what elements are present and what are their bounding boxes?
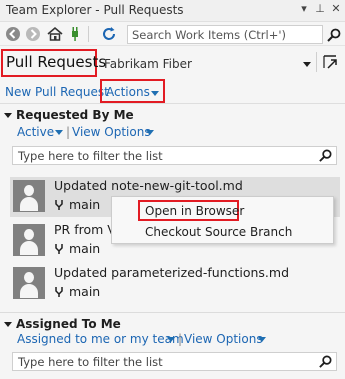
home-icon[interactable] [46, 25, 64, 43]
title-bar: Team Explorer - Pull Requests ▾ ⊥ ✕ [0, 0, 345, 22]
pull-request-title: Updated note-new-git-tool.md [54, 178, 243, 193]
new-pull-request-link[interactable]: New Pull Request [5, 85, 109, 99]
branch-info: main [54, 241, 100, 256]
branch-icon [55, 200, 63, 210]
avatar [13, 224, 45, 256]
view-options-dropdown-icon[interactable] [146, 130, 154, 135]
forward-icon[interactable] [24, 25, 42, 43]
search-icon[interactable] [326, 27, 342, 43]
refresh-icon[interactable] [100, 25, 118, 43]
active-dropdown-icon[interactable] [55, 130, 63, 135]
connect-plug-icon[interactable] [66, 25, 84, 43]
repository-name: Fabrikam Fiber [104, 57, 192, 71]
dropdown-icon[interactable]: ▾ [297, 2, 311, 18]
filter-separator: | [66, 125, 71, 139]
assigned-filter-link[interactable]: Assigned to me or my team [17, 332, 184, 346]
pull-request-item[interactable]: Updated parameterized-functions.md main [10, 264, 340, 304]
assigned-dropdown-icon[interactable] [167, 337, 175, 342]
branch-name: main [69, 241, 101, 256]
pin-icon[interactable]: ⊥ [313, 2, 327, 18]
header-separator [316, 52, 317, 72]
branch-name: main [69, 284, 101, 299]
view-options-link[interactable]: View Options [72, 125, 151, 139]
branch-icon [55, 287, 63, 297]
assigned-filter-input[interactable]: Type here to filter the list [12, 352, 337, 371]
search-placeholder: Search Work Items (Ctrl+') [132, 28, 286, 42]
branch-name: main [69, 197, 101, 212]
pull-request-title: Updated parameterized-functions.md [54, 265, 289, 280]
requested-filter-input[interactable]: Type here to filter the list [12, 146, 337, 165]
filter-placeholder: Type here to filter the list [18, 149, 163, 163]
branch-info: main [54, 197, 100, 212]
page-dropdown-icon[interactable] [303, 62, 311, 67]
toolbar: Search Work Items (Ctrl+') [0, 22, 345, 46]
assigned-to-me-heading: Assigned To Me [16, 317, 121, 331]
branch-info: main [54, 284, 100, 299]
collapse-icon [4, 322, 12, 327]
toolbar-separator [88, 26, 89, 42]
avatar [13, 180, 45, 212]
view-options-link[interactable]: View Options [184, 332, 263, 346]
collapse-icon [4, 113, 12, 118]
close-icon[interactable]: ✕ [329, 2, 343, 18]
assigned-to-me-section-toggle[interactable]: Assigned To Me [4, 317, 121, 331]
context-menu: Open in Browser Checkout Source Branch [111, 196, 334, 244]
page-header: Pull Requests Fabrikam Fiber [0, 47, 345, 79]
actions-bar: New Pull Request Actions [0, 79, 345, 104]
filter-separator: | [178, 332, 183, 346]
requested-by-me-heading: Requested By Me [16, 108, 134, 122]
back-icon[interactable] [4, 25, 22, 43]
undock-icon[interactable] [322, 54, 338, 70]
pull-request-title: PR from Vi [54, 222, 120, 237]
section-divider [0, 312, 345, 313]
view-options-dropdown-icon[interactable] [258, 337, 266, 342]
page-title: Pull Requests [6, 53, 107, 71]
filter-placeholder: Type here to filter the list [18, 355, 163, 369]
active-filter-link[interactable]: Active [17, 125, 54, 139]
branch-icon [55, 244, 63, 254]
filter-search-icon[interactable] [318, 354, 333, 369]
window-title: Team Explorer - Pull Requests [6, 3, 184, 17]
actions-dropdown-icon[interactable] [151, 91, 159, 96]
open-in-browser-menu-item[interactable]: Open in Browser [145, 204, 244, 218]
filter-search-icon[interactable] [318, 148, 333, 163]
search-work-items-input[interactable]: Search Work Items (Ctrl+') [127, 25, 341, 44]
requested-by-me-section-toggle[interactable]: Requested By Me [4, 108, 134, 122]
avatar [13, 267, 45, 299]
actions-menu-link[interactable]: Actions [106, 85, 150, 99]
checkout-source-branch-menu-item[interactable]: Checkout Source Branch [145, 225, 292, 239]
